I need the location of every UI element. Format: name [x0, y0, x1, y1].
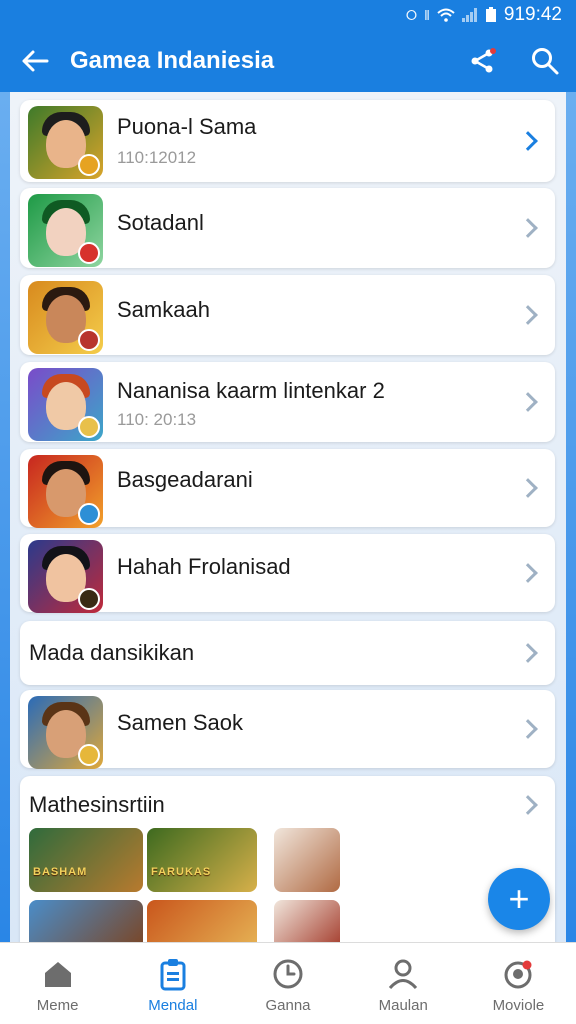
chevron-right-icon	[518, 719, 538, 739]
list-item-title: Basgeadarani	[117, 467, 253, 492]
plus-icon: +	[508, 878, 530, 919]
list-item[interactable]: Nananisa kaarm lintenkar 2 110: 20:13	[20, 362, 555, 442]
nav-item-mendal[interactable]: Mendal	[115, 943, 230, 1024]
list-item-title: Nananisa kaarm lintenkar 2	[117, 378, 385, 403]
chevron-right-icon	[518, 563, 538, 583]
chevron-right-icon	[518, 305, 538, 325]
arrow-left-icon	[22, 50, 49, 72]
nav-label: Mendal	[148, 997, 198, 1014]
page-title: Gamea Indaniesia	[70, 47, 275, 74]
bottom-nav: Meme Mendal Ganna Maulan Moviole	[0, 942, 576, 1024]
game-icon-1	[28, 106, 103, 179]
game-icon-5	[28, 455, 103, 528]
nav-label: Ganna	[265, 997, 311, 1014]
nav-label: Meme	[36, 997, 79, 1014]
profile-alert-icon	[504, 960, 532, 989]
app-bar: Gamea Indaniesia	[0, 30, 576, 92]
list-item[interactable]: Samkaah	[20, 275, 555, 355]
list-item-subtitle: 110: 20:13	[117, 410, 197, 429]
nav-item-moviole[interactable]: Moviole	[461, 943, 576, 1024]
thumbnail-caption: FARUKAS	[151, 866, 212, 878]
gallery-thumbnail[interactable]	[274, 828, 340, 892]
list-item[interactable]: Sotadanl	[20, 188, 555, 268]
nav-item-maulan[interactable]: Maulan	[346, 943, 461, 1024]
edge-decoration	[566, 92, 576, 942]
list-item-title: Hahah Frolanisad	[117, 554, 291, 579]
chevron-right-icon	[518, 643, 538, 663]
gallery-thumbnail[interactable]: BASHAM	[29, 828, 143, 892]
gallery-thumbnail[interactable]	[29, 900, 143, 942]
chevron-right-icon	[518, 392, 538, 412]
list-item-title: Samen Saok	[117, 710, 243, 735]
game-icon-2	[28, 194, 103, 267]
gallery-thumbnail[interactable]	[274, 900, 340, 942]
clipboard-icon	[160, 959, 186, 991]
game-icon-6	[28, 540, 103, 613]
vibrate-icon: ‖	[424, 7, 430, 23]
list-item[interactable]: Samen Saok	[20, 690, 555, 769]
list-item[interactable]: Hahah Frolanisad	[20, 534, 555, 613]
status-time: 919:42	[503, 4, 562, 25]
signal-icon	[461, 8, 477, 22]
add-button[interactable]: +	[488, 868, 550, 930]
list-item-title: Puona-l Sama	[117, 114, 257, 139]
status-bar: ⭘ ‖ 919:42	[0, 0, 576, 30]
list-item-title: Samkaah	[117, 297, 210, 322]
list-item-subtitle: 110:12012	[117, 148, 197, 167]
back-button[interactable]	[0, 30, 70, 92]
gallery-section[interactable]: Mathesinsrtiin BASHAM FARUKAS	[20, 776, 555, 942]
battery-icon	[485, 7, 496, 22]
gallery-thumbnail[interactable]	[147, 900, 257, 942]
search-icon	[532, 48, 559, 75]
game-icon-4	[28, 368, 103, 441]
bluetooth-icon: ⭘	[405, 6, 418, 23]
list-item[interactable]: Basgeadarani	[20, 449, 555, 528]
game-icon-7	[28, 696, 103, 769]
edge-decoration	[0, 92, 10, 942]
list-item-title: Sotadanl	[117, 210, 204, 235]
nav-label: Maulan	[378, 997, 428, 1014]
chevron-right-icon	[518, 218, 538, 238]
nav-item-ganna[interactable]: Ganna	[230, 943, 345, 1024]
game-icon-3	[28, 281, 103, 354]
gallery-thumbnail[interactable]: FARUKAS	[147, 828, 257, 892]
chevron-right-icon	[518, 795, 538, 815]
section-title: Mada dansikikan	[29, 640, 195, 665]
person-icon	[389, 959, 418, 990]
section-row[interactable]: Mada dansikikan	[20, 621, 555, 685]
home-icon	[44, 962, 71, 987]
game-list[interactable]: Puona-l Sama 110:12012 Sotadanl Samkaah …	[0, 92, 576, 942]
chevron-right-icon	[518, 131, 538, 151]
wifi-icon	[437, 8, 455, 22]
gallery-title: Mathesinsrtiin	[29, 792, 165, 817]
nav-item-home[interactable]: Meme	[0, 943, 115, 1024]
share-icon	[471, 48, 496, 73]
nav-label: Moviole	[492, 997, 545, 1014]
clock-icon	[273, 959, 303, 989]
list-item[interactable]: Puona-l Sama 110:12012	[20, 100, 555, 182]
share-button[interactable]	[452, 30, 514, 92]
chevron-right-icon	[518, 478, 538, 498]
thumbnail-caption: BASHAM	[33, 866, 88, 878]
search-button[interactable]	[514, 30, 576, 92]
